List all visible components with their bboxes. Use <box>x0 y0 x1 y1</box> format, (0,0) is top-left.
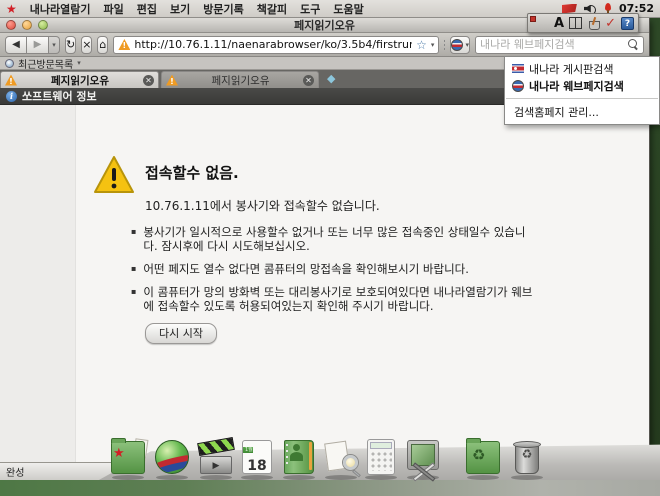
dock-file-manager-icon[interactable]: ★ <box>109 438 147 476</box>
new-tab-icon[interactable]: ◆ <box>327 72 335 85</box>
retry-button[interactable]: 다시 시작 <box>145 323 217 344</box>
recycle-icon: ♻ <box>508 447 546 461</box>
error-hint-text: 이 콤퓨터가 망의 방화벽 또는 대리봉사기로 보호되여있다면 내나라열람기가 … <box>143 285 533 313</box>
recent-visits-item[interactable]: 최근방문목록 <box>18 56 73 71</box>
engine-webpage-search-item[interactable]: 내나라 웨브페지검색 <box>505 77 659 94</box>
menu-item-naenara[interactable]: 내나라열람기 <box>30 1 91 17</box>
recent-visits-dropdown-icon[interactable]: ▾ <box>77 59 81 67</box>
navigation-toolbar: ◀ ▶ ▾ ↻ × ⌂ ! ☆ ▾ ▾ <box>0 33 649 57</box>
menu-item-file[interactable]: 파일 <box>104 1 124 17</box>
magnifier-icon <box>343 455 358 470</box>
dock: ★ ▶ 1월 18 <box>0 430 660 496</box>
dock-document-shredder-icon[interactable]: ♻ <box>464 438 502 476</box>
search-engine-menu: 내나라 게시판검색 내나라 웨브페지검색 검색홈페지 관리... <box>504 56 660 125</box>
calendar-header: 1월 <box>243 447 253 453</box>
help-icon[interactable]: ? <box>621 17 634 30</box>
warning-favicon: ! <box>118 39 130 50</box>
tool-palette[interactable]: A ✓ ? <box>527 13 639 33</box>
tab-warning-icon: ! <box>5 75 17 86</box>
columns-icon[interactable] <box>569 17 582 29</box>
error-hint-text: 어떤 페지도 열수 없다면 콤퓨터의 망접속을 확인해보시기 바랍니다. <box>143 262 468 276</box>
search-icon[interactable] <box>628 39 639 50</box>
menu-item-view[interactable]: 보기 <box>170 1 190 17</box>
dock-file-search-icon[interactable] <box>322 438 360 476</box>
bullet-icon: ▪ <box>131 262 136 276</box>
forward-button[interactable]: ▶ <box>27 36 49 54</box>
engine-label: 내나라 게시판검색 <box>529 61 613 77</box>
dock-web-browser-icon[interactable] <box>153 438 191 476</box>
home-button[interactable]: ⌂ <box>97 36 108 54</box>
error-hints: ▪ 봉사기가 일시적으로 사용할수 없거나 또는 너무 많은 접속중인 상태일수… <box>131 225 533 322</box>
url-input[interactable] <box>134 38 412 51</box>
url-dropdown-icon[interactable]: ▾ <box>431 41 435 49</box>
flag-icon[interactable] <box>562 4 577 14</box>
palette-close-button[interactable] <box>530 16 536 22</box>
error-hint-item: ▪ 봉사기가 일시적으로 사용할수 없거나 또는 너무 많은 접속중인 상태일수… <box>131 225 533 253</box>
dock-address-book-icon[interactable] <box>280 438 318 476</box>
text-tool-icon[interactable]: A <box>554 16 564 31</box>
page-content: 접속할수 없음. 10.76.1.11에서 봉사기와 접속할수 없습니다. ▪ … <box>0 105 649 462</box>
dock-media-player-icon[interactable]: ▶ <box>197 438 235 476</box>
tab-title: 페지읽기오유 <box>182 73 299 88</box>
red-star-icon[interactable]: ★ <box>6 3 17 15</box>
forward-icon: ▶ <box>34 39 42 50</box>
engine-board-search-item[interactable]: 내나라 게시판검색 <box>505 60 659 77</box>
manage-search-engines-item[interactable]: 검색홈페지 관리... <box>505 103 659 121</box>
notification-text: 쏘프트웨어 정보 <box>22 88 97 104</box>
back-icon: ◀ <box>12 39 20 50</box>
tab-warning-icon: ! <box>166 75 178 86</box>
info-icon: i <box>6 91 17 102</box>
recycle-icon: ♻ <box>472 446 485 464</box>
menu-item-history[interactable]: 방문기록 <box>203 1 243 17</box>
error-hint-text: 봉사기가 일시적으로 사용할수 없거나 또는 너무 많은 접속중인 상태일수 있… <box>143 225 533 253</box>
red-star-icon: ★ <box>113 446 125 461</box>
menu-item-edit[interactable]: 편집 <box>137 1 157 17</box>
menu-item-bookmarks[interactable]: 책갈피 <box>257 1 287 17</box>
bookmark-star-icon[interactable]: ☆ <box>416 39 427 51</box>
menu-separator <box>506 98 658 99</box>
speaker-icon[interactable] <box>584 4 597 14</box>
tab-2[interactable]: ! 페지읽기오유 ✕ <box>161 71 319 88</box>
tab-close-icon[interactable]: ✕ <box>303 75 314 86</box>
content-margin <box>0 105 76 462</box>
desktop: ★ 내나라열람기 파일 편집 보기 방문기록 책갈피 도구 도움말 07:52 … <box>0 0 660 496</box>
error-subtitle: 10.76.1.11에서 봉사기와 접속할수 없습니다. <box>145 197 380 214</box>
stationery-icon[interactable] <box>587 17 600 30</box>
search-bar[interactable] <box>475 36 644 54</box>
tab-title: 페지읽기오유 <box>21 73 139 88</box>
dock-calendar-icon[interactable]: 1월 18 <box>238 438 276 476</box>
kp-flag-icon <box>512 64 524 73</box>
error-title: 접속할수 없음. <box>145 162 239 183</box>
dock-system-settings-icon[interactable] <box>404 438 442 476</box>
bullet-icon: ▪ <box>131 225 136 253</box>
menu-item-help[interactable]: 도움말 <box>333 1 363 17</box>
globe-icon <box>451 39 463 51</box>
engine-dropdown-icon: ▾ <box>465 41 469 49</box>
spellcheck-icon[interactable]: ✓ <box>605 16 616 31</box>
bullet-icon: ▪ <box>131 285 136 313</box>
error-hint-item: ▪ 이 콤퓨터가 망의 방화벽 또는 대리봉사기로 보호되여있다면 내나라열람기… <box>131 285 533 313</box>
recent-visits-icon <box>5 59 14 68</box>
reload-button[interactable]: ↻ <box>65 36 76 54</box>
back-button[interactable]: ◀ <box>5 36 27 54</box>
engine-label: 내나라 웨브페지검색 <box>529 78 624 94</box>
tab-1[interactable]: ! 페지읽기오유 ✕ <box>0 71 159 88</box>
person-icon <box>289 444 303 462</box>
menu-item-tools[interactable]: 도구 <box>300 1 320 17</box>
calendar-day: 18 <box>243 455 271 474</box>
tab-close-icon[interactable]: ✕ <box>143 75 154 86</box>
dock-shelf-front <box>0 480 660 496</box>
toolbar-grip <box>444 40 445 50</box>
search-input[interactable] <box>480 38 625 51</box>
stop-button[interactable]: × <box>81 36 92 54</box>
search-engine-button[interactable]: ▾ <box>450 36 470 54</box>
globe-icon <box>512 80 524 92</box>
warning-triangle-icon <box>93 155 135 195</box>
dock-trash-icon[interactable]: ♻ <box>508 438 546 476</box>
url-bar[interactable]: ! ☆ ▾ <box>113 36 439 54</box>
error-hint-item: ▪ 어떤 페지도 열수 없다면 콤퓨터의 망접속을 확인해보시기 바랍니다. <box>131 262 533 276</box>
dock-calculator-icon[interactable] <box>362 438 400 476</box>
history-dropdown-button[interactable]: ▾ <box>49 36 60 54</box>
